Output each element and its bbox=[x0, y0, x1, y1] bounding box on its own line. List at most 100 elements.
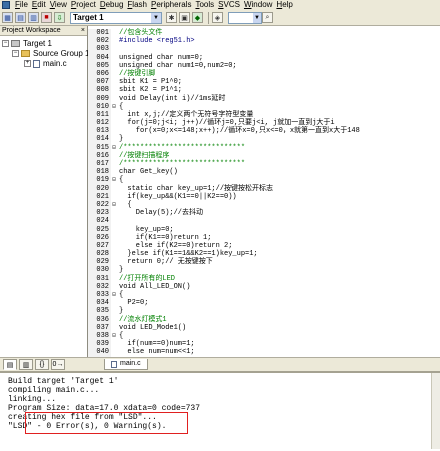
code-line[interactable]: 001 //包含头文件 bbox=[88, 29, 440, 38]
code-line[interactable]: 010 ⊟{ bbox=[88, 102, 440, 111]
build-icon[interactable]: ▤ bbox=[15, 12, 26, 23]
menu-help[interactable]: Help bbox=[276, 0, 292, 10]
code-line[interactable]: 009 void Delay(int i)//1ms延时 bbox=[88, 94, 440, 103]
line-number: 011 bbox=[88, 110, 111, 120]
code-line[interactable]: 022 ⊟ { bbox=[88, 200, 440, 210]
code-text: if(num==0)num=1; bbox=[119, 340, 195, 349]
code-text: unsigned char num1=0,num2=0; bbox=[119, 61, 237, 70]
translate-icon[interactable]: ▦ bbox=[2, 12, 13, 23]
code-text: /***************************** bbox=[119, 160, 246, 168]
code-text: key_up=0; bbox=[119, 225, 174, 234]
stop-build-icon[interactable]: ■ bbox=[41, 12, 52, 23]
code-line[interactable]: 040 else num=num<<1; bbox=[88, 348, 440, 357]
workspace-title: Project Workspace bbox=[2, 27, 61, 34]
code-line[interactable]: 021 if(key_up&&(K1==0||K2==0)) bbox=[88, 192, 440, 201]
menu-svcs[interactable]: SVCS bbox=[218, 0, 240, 10]
editor-tab-bar: main.c bbox=[88, 357, 440, 371]
c-file-icon bbox=[33, 59, 40, 68]
code-lines: 001 //包含头文件 002 #include <reg51.h> 003 004 uns… bbox=[88, 29, 440, 357]
collapse-icon[interactable]: − bbox=[2, 40, 9, 47]
tab-templates[interactable]: 0→ bbox=[51, 359, 65, 370]
code-text: for(x=0;x<=148;x++);//循环x=0,只x<=0，x就第一直到… bbox=[119, 127, 360, 136]
expand-icon[interactable]: + bbox=[24, 60, 31, 67]
code-line[interactable]: 015 ⊟/***************************** bbox=[88, 143, 440, 152]
collapse-icon[interactable]: − bbox=[12, 50, 19, 57]
code-line[interactable]: 032 void All_LED_ON() bbox=[88, 282, 440, 291]
close-icon[interactable]: × bbox=[81, 26, 85, 36]
line-number: 020 bbox=[88, 184, 111, 193]
tree-item-group[interactable]: − Source Group 1 bbox=[12, 49, 89, 58]
code-line[interactable]: 013 for(x=0;x<=148;x++);//循环x=0,只x<=0，x就… bbox=[88, 127, 440, 136]
code-line[interactable]: 027 else if(K2==0)return 2; bbox=[88, 241, 440, 251]
code-text: } bbox=[119, 135, 124, 144]
code-line[interactable]: 033 ⊟{ bbox=[88, 291, 440, 300]
code-line[interactable]: 031 //打开所有的LED bbox=[88, 274, 440, 283]
code-line[interactable]: 014} bbox=[88, 135, 440, 144]
code-line[interactable]: 029 return 0;// 无按键按下 bbox=[88, 258, 440, 267]
code-text: unsigned char num=0; bbox=[119, 53, 204, 62]
menu-debug[interactable]: Debug bbox=[100, 0, 124, 10]
code-line[interactable]: 034 P2=0; bbox=[88, 299, 440, 308]
find-input[interactable]: ▼ bbox=[228, 11, 262, 24]
find-icon[interactable]: ⌕ bbox=[262, 12, 273, 23]
tab-functions[interactable]: {} bbox=[35, 359, 49, 370]
menu-window[interactable]: Window bbox=[244, 0, 272, 10]
code-line[interactable]: 004 unsigned char num=0; bbox=[88, 53, 440, 62]
rte-icon[interactable]: ◈ bbox=[212, 12, 223, 23]
target-options-icon[interactable]: ✱ bbox=[166, 12, 177, 23]
tab-project[interactable]: ▤ bbox=[3, 359, 17, 370]
code-text: //按键扫描程序 bbox=[119, 151, 170, 160]
line-number: 001 bbox=[88, 29, 111, 38]
code-line[interactable]: 018 char Get_key() bbox=[88, 168, 440, 177]
code-line[interactable]: 011 int x,j;//定义两个无符号字符型变量 bbox=[88, 110, 440, 120]
menu-flash[interactable]: Flash bbox=[127, 0, 147, 10]
menu-file[interactable]: File bbox=[15, 0, 28, 10]
manage-components-icon[interactable]: ◆ bbox=[192, 12, 203, 23]
code-text: static char key_up=1;//按键按松开标志 bbox=[119, 184, 274, 193]
line-number: 002 bbox=[88, 37, 111, 46]
code-line[interactable]: 024 bbox=[88, 217, 440, 226]
rebuild-icon[interactable]: ▥ bbox=[28, 12, 39, 23]
chevron-down-icon[interactable]: ▼ bbox=[151, 12, 161, 23]
code-line[interactable]: 023 Delay(5);//去抖动 bbox=[88, 209, 440, 218]
code-line[interactable]: 038 ⊟{ bbox=[88, 331, 440, 341]
code-line[interactable]: 036 //流水灯模式1 bbox=[88, 315, 440, 324]
code-editor[interactable]: 001 //包含头文件 002 #include <reg51.h> 003 004 uns… bbox=[88, 26, 440, 357]
code-line[interactable]: 016 //按键扫描程序 bbox=[88, 151, 440, 160]
code-line[interactable]: 025 key_up=0; bbox=[88, 225, 440, 234]
code-text: } bbox=[119, 266, 124, 275]
code-line[interactable]: 037 void LED_Mode1() bbox=[88, 323, 440, 332]
project-workspace: Project Workspace × − Target 1 − Source … bbox=[0, 26, 89, 371]
code-text: if(key_up&&(K1==0||K2==0)) bbox=[119, 192, 237, 201]
menu-edit[interactable]: Edit bbox=[32, 0, 46, 10]
code-line[interactable]: 006 //按键引脚 bbox=[88, 69, 440, 79]
download-icon[interactable]: ⇩ bbox=[54, 12, 65, 23]
code-line[interactable]: 039 if(num==0)num=1; bbox=[88, 340, 440, 349]
code-text: void Delay(int i)//1ms延时 bbox=[119, 94, 226, 103]
menu-peripherals[interactable]: Peripherals bbox=[151, 0, 191, 10]
menu-tools[interactable]: Tools bbox=[195, 0, 214, 10]
menu-view[interactable]: View bbox=[50, 0, 67, 10]
chevron-down-icon[interactable]: ▼ bbox=[253, 12, 261, 23]
code-line[interactable]: 003 bbox=[88, 45, 440, 54]
code-line[interactable]: 002 #include <reg51.h> bbox=[88, 37, 440, 46]
code-line[interactable]: 019 ⊟{ bbox=[88, 176, 440, 185]
code-line[interactable]: 030} bbox=[88, 266, 440, 275]
code-line[interactable]: 008 sbit K2 = P1^1; bbox=[88, 86, 440, 95]
code-line[interactable]: 035} bbox=[88, 307, 440, 316]
target-select[interactable]: Target 1 ▼ bbox=[70, 11, 162, 24]
tree-item-target[interactable]: − Target 1 bbox=[2, 39, 52, 48]
code-line[interactable]: 026 if(K1==0)return 1; bbox=[88, 233, 440, 242]
file-extensions-icon[interactable]: ▣ bbox=[179, 12, 190, 23]
code-line[interactable]: 017 /***************************** bbox=[88, 160, 440, 169]
line-number: 009 bbox=[88, 94, 111, 103]
output-line: Build target 'Target 1' bbox=[8, 377, 119, 386]
tab-main-c[interactable]: main.c bbox=[104, 359, 148, 370]
tree-item-file[interactable]: + main.c bbox=[24, 59, 67, 68]
code-line[interactable]: 020 static char key_up=1;//按键按松开标志 bbox=[88, 184, 440, 193]
menu-project[interactable]: Project bbox=[71, 0, 96, 10]
tab-books[interactable]: ▥ bbox=[19, 359, 33, 370]
output-scrollbar[interactable] bbox=[431, 373, 440, 449]
code-line[interactable]: 005 unsigned char num1=0,num2=0; bbox=[88, 61, 440, 70]
